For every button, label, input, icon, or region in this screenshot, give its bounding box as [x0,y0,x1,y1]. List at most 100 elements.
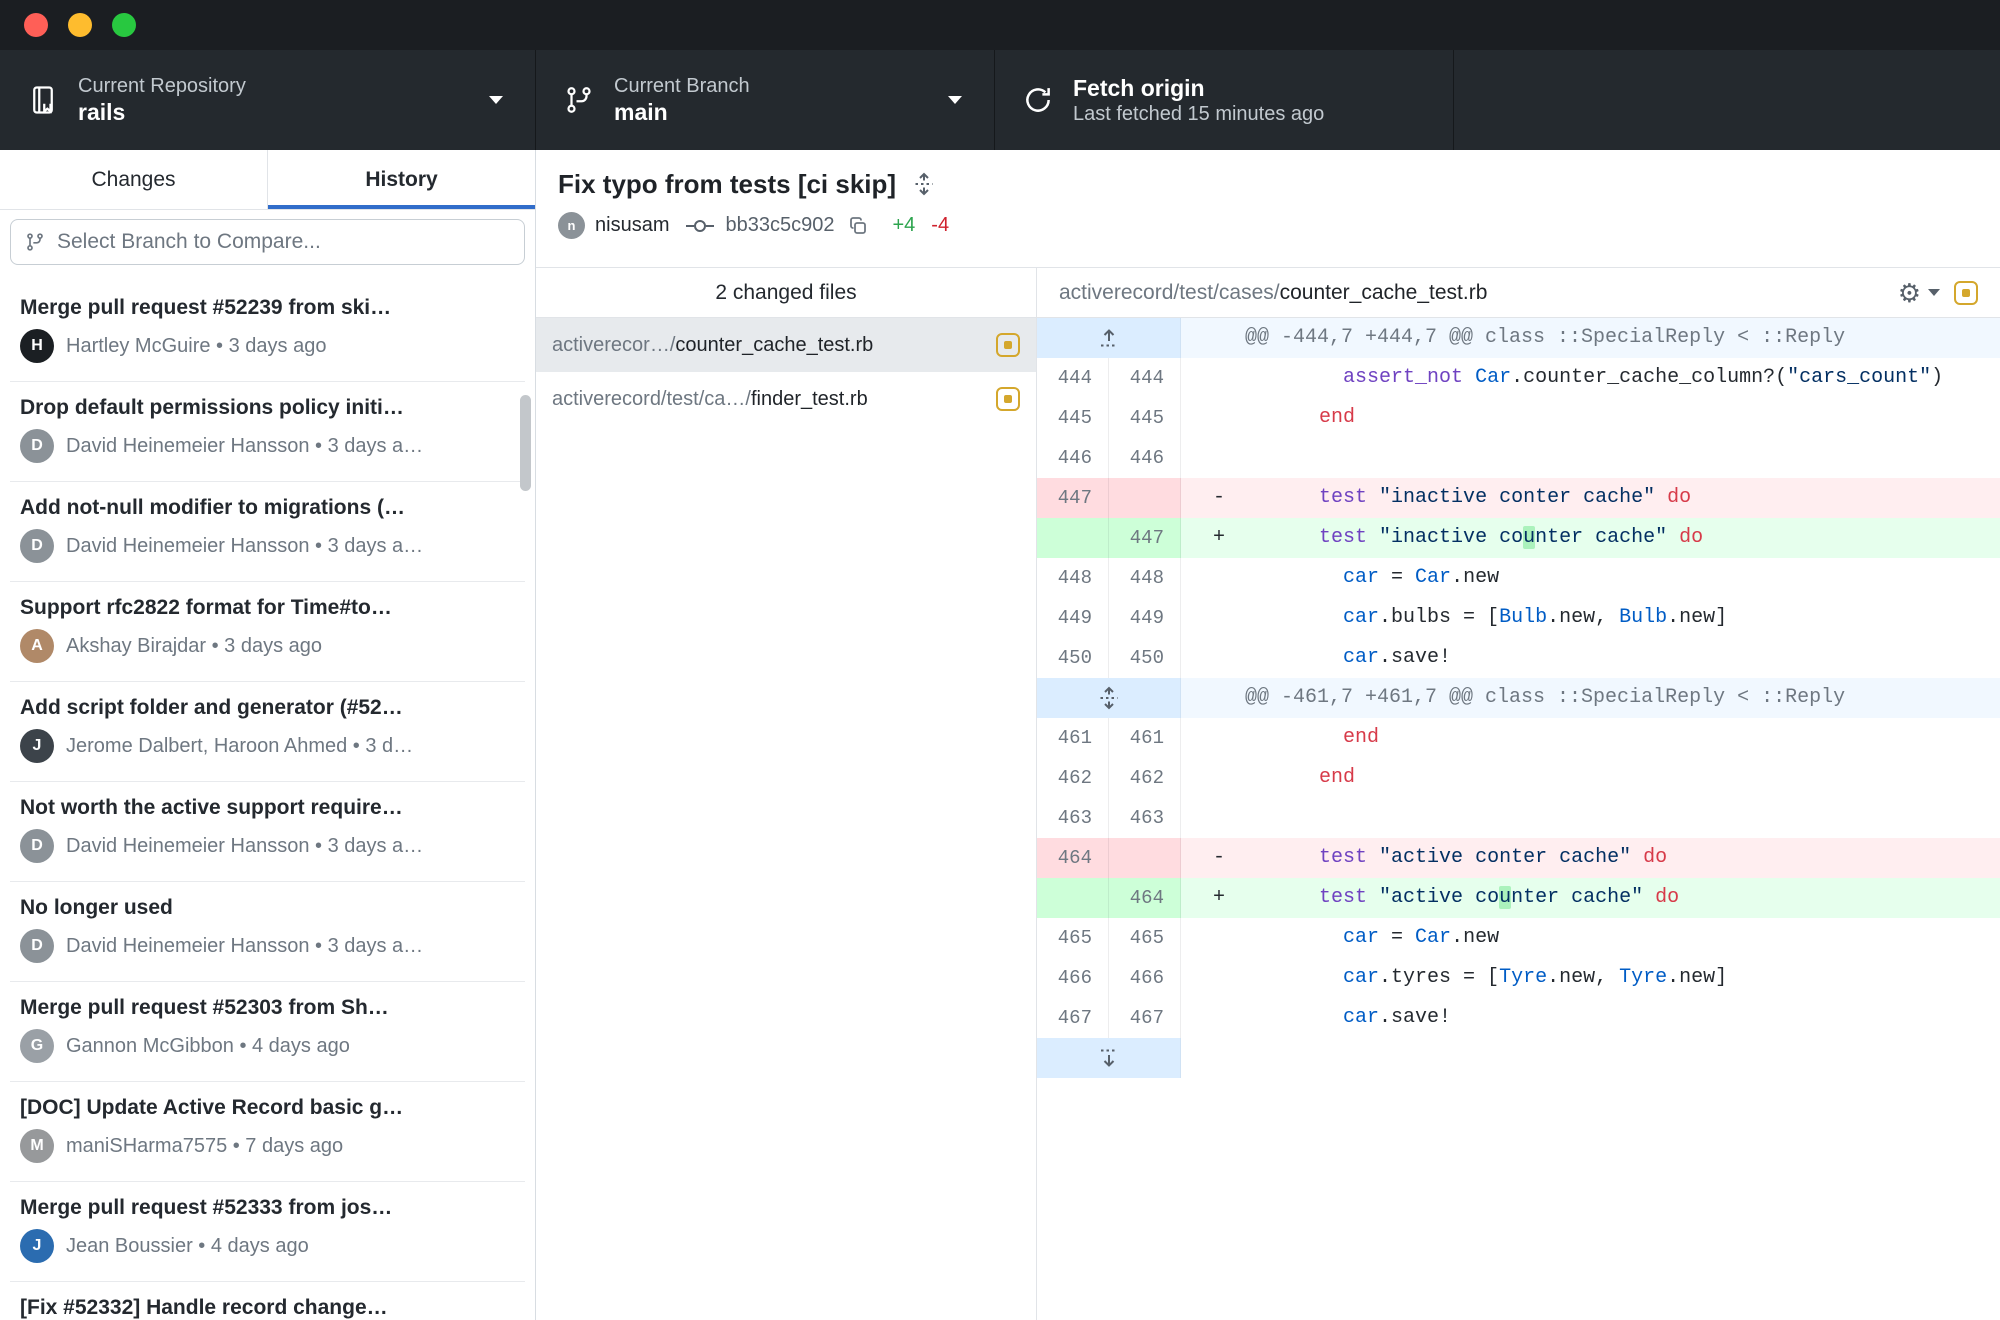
old-line-number: 467 [1037,998,1109,1038]
commit-icon [685,218,715,234]
fetch-origin-button[interactable]: Fetch origin Last fetched 15 minutes ago [995,50,1454,150]
code-line: car.bulbs = [Bulb.new, Bulb.new] [1271,598,1727,638]
file-row[interactable]: activerecord/test/ca…/finder_test.rb [536,372,1036,426]
current-branch-button[interactable]: Current Branch main [536,50,995,150]
old-line-number: 445 [1037,398,1109,438]
commit-sha: bb33c5c902 [725,214,834,237]
diff-line-row: 465465 car = Car.new [1037,918,2000,958]
toolbar-empty-area [1454,50,2000,150]
commit-row[interactable]: No longer usedDDavid Heinemeier Hansson … [0,882,535,982]
new-line-number: 448 [1109,558,1181,598]
tab-history[interactable]: History [267,150,535,209]
branch-icon [564,84,596,116]
fetch-origin-label: Fetch origin [1073,74,1324,102]
old-line-number: 449 [1037,598,1109,638]
commit-list-title: Drop default permissions policy initi… [20,394,515,422]
new-line-number: 447 [1109,518,1181,558]
new-line-number: 450 [1109,638,1181,678]
commit-row[interactable]: Merge pull request #52333 from jos…JJean… [0,1182,535,1282]
gear-icon: ⚙ [1898,280,1921,306]
diff-table: @@ -444,7 +444,7 @@ class ::SpecialReply… [1037,318,2000,1320]
expand-hunk-button[interactable] [1037,1038,1181,1078]
chevron-down-icon [1928,289,1940,296]
commit-row[interactable]: Add not-null modifier to migrations (… DD… [0,482,535,582]
diff-sign [1181,398,1271,438]
diff-line-row: 461461 end [1037,718,2000,758]
commit-list-title: Support rfc2822 format for Time#to… [20,594,515,622]
avatar: D [20,529,54,563]
old-line-number: 447 [1037,478,1109,518]
diff-line-row: 463463 [1037,798,2000,838]
diff-line-row: 445445 end [1037,398,2000,438]
commit-list-title: Add not-null modifier to migrations (… [20,494,515,522]
close-button[interactable] [24,13,48,37]
toolbar: Current Repository rails Current Branch … [0,50,2000,150]
expand-commit-summary-icon[interactable] [912,172,936,196]
author-avatar: n [558,212,585,239]
hunk-header-text: @@ -444,7 +444,7 @@ class ::SpecialReply… [1245,318,1845,358]
diff-sign [1181,358,1271,398]
branch-compare-field[interactable] [10,219,525,265]
copy-sha-button[interactable] [848,216,868,236]
diff-line-row: 447- test "inactive conter cache" do [1037,478,2000,518]
file-row[interactable]: activerecor…/counter_cache_test.rb [536,318,1036,372]
code-line: end [1271,398,1355,438]
commit-list-title: No longer used [20,894,515,922]
diff-line-row: 462462 end [1037,758,2000,798]
diff-file-name: counter_cache_test.rb [1280,281,1488,304]
code-line: test "active conter cache" do [1271,838,1667,878]
old-line-number [1037,518,1109,558]
code-line: car.save! [1271,998,1451,1038]
code-line: car.tyres = [Tyre.new, Tyre.new] [1271,958,1727,998]
commit-row[interactable]: Drop default permissions policy initi…DD… [0,382,535,482]
old-line-number: 463 [1037,798,1109,838]
commit-title: Fix typo from tests [ci skip] [558,168,896,200]
new-line-number: 446 [1109,438,1181,478]
new-line-number: 464 [1109,878,1181,918]
tab-changes[interactable]: Changes [0,150,267,209]
commit-list-title: Add script folder and generator (#52… [20,694,515,722]
commit-row[interactable]: Not worth the active support require…DDa… [0,782,535,882]
diff-line-row: 446446 [1037,438,2000,478]
commit-meta: Jerome Dalbert, Haroon Ahmed • 3 d… [66,735,413,758]
file-list: activerecor…/counter_cache_test.rbactive… [536,318,1036,426]
branch-compare-input[interactable] [57,230,510,254]
diff-sign [1181,638,1271,678]
new-line-number: 449 [1109,598,1181,638]
expand-hunk-button[interactable] [1037,318,1181,358]
code-line: end [1271,718,1379,758]
avatar: A [20,629,54,663]
commit-row[interactable]: Add script folder and generator (#52…JJe… [0,682,535,782]
new-line-number [1109,838,1181,878]
diff-line-row: 466466 car.tyres = [Tyre.new, Tyre.new] [1037,958,2000,998]
modified-file-icon [1954,281,1978,305]
chevron-down-icon [948,96,962,104]
chevron-down-icon [489,96,503,104]
commit-list-title: Not worth the active support require… [20,794,515,822]
sync-icon [1023,84,1055,116]
expand-hunk-button[interactable] [1037,678,1181,718]
commit-row[interactable]: Merge pull request #52303 from Sh…GGanno… [0,982,535,1082]
avatar: M [20,1129,54,1163]
code-line: assert_not Car.counter_cache_column?("ca… [1271,358,1943,398]
branch-compare-bar [0,210,535,274]
commit-meta: Akshay Birajdar • 3 days ago [66,635,322,658]
sidebar-scrollbar[interactable] [520,395,531,491]
minimize-button[interactable] [68,13,92,37]
diff-sign [1181,758,1271,798]
diff-sign [1181,998,1271,1038]
commit-meta: Jean Boussier • 4 days ago [66,1235,309,1258]
diff-options-button[interactable]: ⚙ [1898,280,1940,306]
commit-meta: David Heinemeier Hansson • 3 days a… [66,535,423,558]
repo-icon [28,84,60,116]
commit-meta: maniSHarma7575 • 7 days ago [66,1135,343,1158]
commit-row[interactable]: [DOC] Update Active Record basic g…Mmani… [0,1082,535,1182]
commit-row[interactable]: Merge pull request #52239 from ski…HHart… [0,282,535,382]
new-line-number: 461 [1109,718,1181,758]
hunk-header-text: @@ -461,7 +461,7 @@ class ::SpecialReply… [1245,678,1845,718]
diff-sign [1181,598,1271,638]
current-repository-button[interactable]: Current Repository rails [0,50,536,150]
maximize-button[interactable] [112,13,136,37]
commit-row[interactable]: Support rfc2822 format for Time#to… A Aksh… [0,582,535,682]
commit-row[interactable]: [Fix #52332] Handle record change… [0,1282,535,1320]
